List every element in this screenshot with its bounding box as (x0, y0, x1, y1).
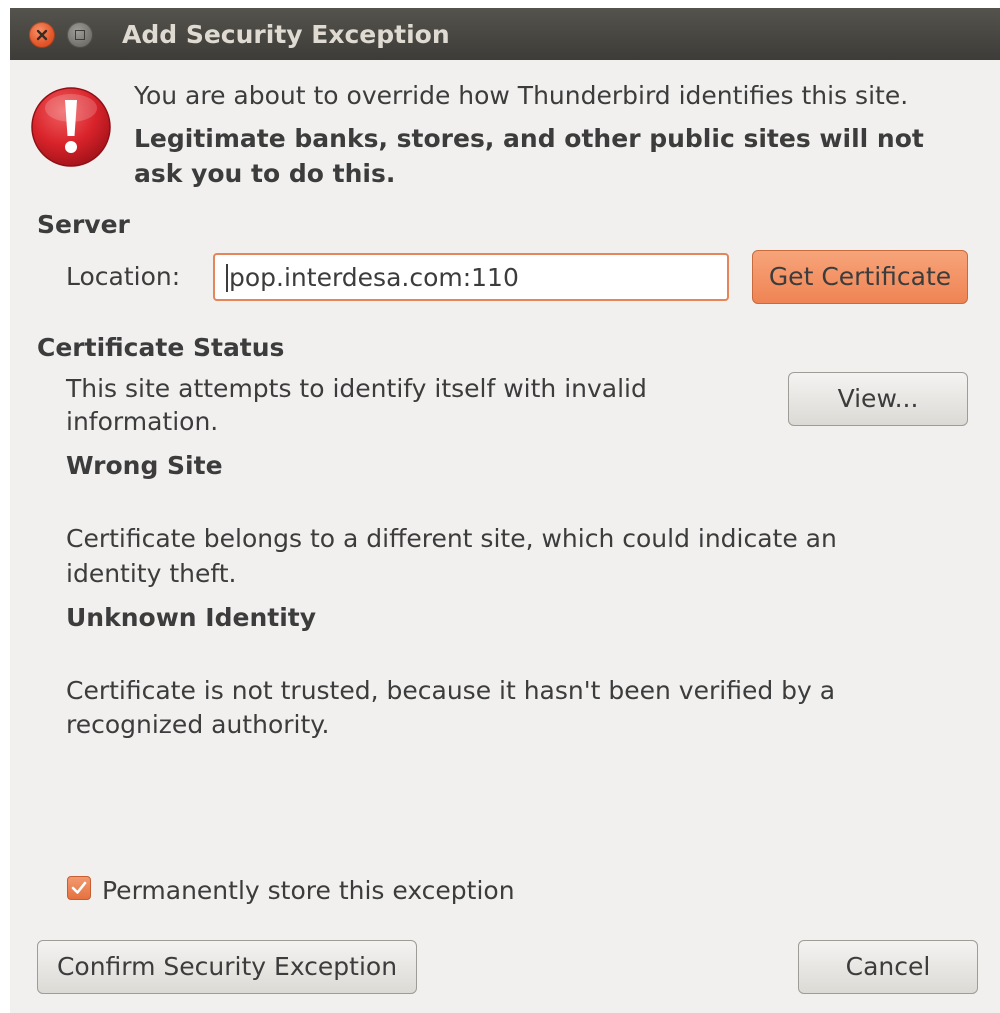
wrong-site-heading: Wrong Site (66, 451, 223, 480)
check-icon (71, 881, 87, 894)
intro-warning-line1: Legitimate banks, stores, and other publ… (134, 124, 924, 153)
intro-warning-line2: ask you to do this. (134, 159, 396, 188)
unknown-identity-line2: recognized authority. (66, 710, 330, 739)
cancel-label: Cancel (845, 952, 931, 981)
status-description-line1: This site attempts to identify itself wi… (66, 374, 647, 403)
window-title: Add Security Exception (122, 20, 450, 49)
permanent-store-label[interactable]: Permanently store this exception (102, 874, 515, 908)
security-exception-dialog: Add Security Exception You are about to … (10, 8, 1000, 1013)
view-button[interactable]: View... (788, 372, 968, 426)
confirm-exception-button[interactable]: Confirm Security Exception (37, 940, 417, 994)
close-icon (36, 29, 48, 41)
view-label: View... (837, 384, 919, 413)
maximize-button[interactable] (67, 22, 93, 48)
wrong-site-line2: identity theft. (66, 559, 237, 588)
maximize-icon (75, 30, 85, 40)
wrong-site-line1: Certificate belongs to a different site,… (66, 524, 837, 553)
unknown-identity-heading: Unknown Identity (66, 603, 317, 632)
permanent-store-checkbox[interactable] (67, 876, 91, 900)
get-certificate-button[interactable]: Get Certificate (752, 250, 968, 304)
text-caret (226, 264, 228, 292)
intro-text: You are about to override how Thunderbir… (134, 81, 909, 110)
status-description-line2: information. (66, 407, 219, 436)
server-heading: Server (37, 210, 130, 239)
unknown-identity-line1: Certificate is not trusted, because it h… (66, 676, 836, 705)
close-button[interactable] (29, 22, 55, 48)
cancel-button[interactable]: Cancel (798, 940, 978, 994)
title-bar: Add Security Exception (10, 8, 1000, 60)
get-certificate-label: Get Certificate (768, 262, 952, 291)
certificate-status-heading: Certificate Status (37, 333, 285, 362)
location-input[interactable] (213, 253, 729, 301)
warning-icon (31, 87, 111, 167)
confirm-exception-label: Confirm Security Exception (56, 952, 398, 981)
location-label: Location: (66, 262, 181, 291)
